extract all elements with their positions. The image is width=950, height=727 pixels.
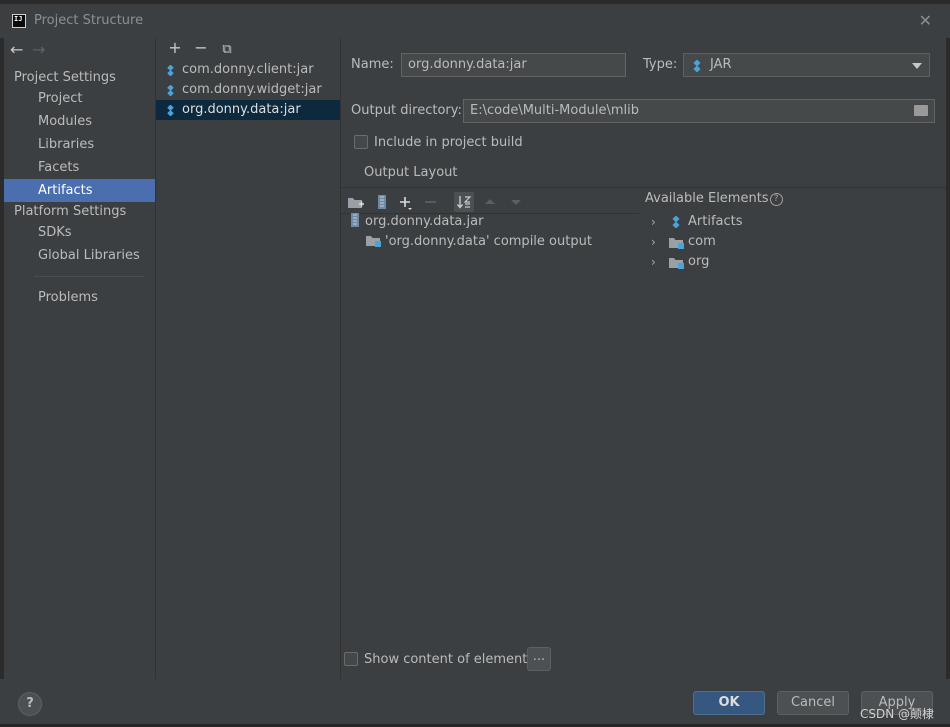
- jar-artifact-icon: [672, 216, 680, 228]
- include-in-build-checkbox[interactable]: [354, 135, 368, 149]
- artifact-name: com.donny.client:jar: [182, 62, 314, 77]
- forward-arrow-icon[interactable]: →: [32, 40, 54, 59]
- dialog-footer: ? OK Cancel Apply CSDN @颠棣: [0, 679, 950, 727]
- chevron-right-icon[interactable]: ›: [651, 212, 661, 232]
- move-up-icon[interactable]: [480, 192, 500, 212]
- layout-child-row[interactable]: 'org.donny.data' compile output: [366, 232, 592, 252]
- list-item[interactable]: com.donny.widget:jar: [156, 80, 340, 100]
- platform-settings-heading: Platform Settings: [14, 204, 127, 219]
- output-directory-value: E:\code\Multi-Module\mlib: [470, 103, 639, 118]
- title-bar: IJ Project Structure ✕: [0, 0, 950, 38]
- sidebar-item-facets[interactable]: Facets: [4, 156, 155, 179]
- name-label: Name:: [351, 57, 394, 72]
- module-folder-icon: [669, 258, 684, 269]
- intellij-app-icon: IJ: [12, 14, 26, 28]
- available-item-label: org: [688, 254, 710, 269]
- output-directory-field[interactable]: E:\code\Multi-Module\mlib: [463, 99, 935, 123]
- window-title: Project Structure: [34, 13, 144, 28]
- artifact-name: com.donny.widget:jar: [182, 82, 322, 97]
- available-item-label: Artifacts: [688, 214, 743, 229]
- chevron-right-icon[interactable]: ›: [651, 232, 661, 252]
- sidebar-item-global-libraries[interactable]: Global Libraries: [4, 244, 155, 267]
- layout-root-row[interactable]: org.donny.data.jar: [349, 212, 483, 232]
- list-item[interactable]: com.donny.client:jar: [156, 60, 340, 80]
- cancel-button[interactable]: Cancel: [777, 691, 849, 715]
- type-value: JAR: [710, 57, 732, 72]
- jar-type-icon: [693, 60, 701, 72]
- output-directory-label: Output directory:: [351, 103, 462, 118]
- sidebar-item-artifacts[interactable]: Artifacts: [4, 179, 155, 202]
- sidebar-item-project[interactable]: Project: [4, 87, 155, 110]
- sidebar-item-libraries[interactable]: Libraries: [4, 133, 155, 156]
- remove-icon[interactable]: [421, 192, 441, 212]
- sidebar-item-sdks[interactable]: SDKs: [4, 221, 155, 244]
- folder-browse-icon[interactable]: [914, 105, 928, 116]
- close-icon[interactable]: ✕: [919, 11, 932, 30]
- nav-arrows: ← →: [10, 40, 54, 60]
- output-layout-area: org.donny.data.jar 'org.donny.data' comp…: [341, 187, 950, 644]
- sort-elements-button[interactable]: [454, 192, 474, 212]
- chevron-right-icon[interactable]: ›: [651, 252, 661, 272]
- help-icon[interactable]: ?: [769, 193, 783, 206]
- available-item-label: com: [688, 234, 716, 249]
- create-archive-icon[interactable]: [372, 192, 392, 212]
- sidebar-item-modules[interactable]: Modules: [4, 110, 155, 133]
- list-item[interactable]: org.donny.data:jar: [156, 100, 340, 120]
- jar-artifact-icon: [167, 85, 174, 96]
- name-field[interactable]: org.donny.data:jar: [401, 53, 626, 77]
- module-output-folder-icon: [366, 236, 381, 247]
- jar-artifact-icon: [167, 105, 174, 116]
- add-icon[interactable]: +: [162, 38, 188, 57]
- available-elements-label: Available Elements: [645, 191, 769, 206]
- window-edge: [946, 38, 950, 679]
- module-folder-icon: [669, 238, 684, 249]
- create-directory-icon[interactable]: [346, 192, 366, 212]
- type-label: Type:: [643, 57, 678, 72]
- include-in-build-label: Include in project build: [374, 135, 523, 150]
- sidebar-item-problems[interactable]: Problems: [4, 286, 155, 309]
- show-content-checkbox[interactable]: [344, 652, 358, 666]
- add-copy-icon[interactable]: [396, 192, 416, 212]
- artifacts-list-panel: + − ⧉ com.donny.client:jar com.donny.widge…: [155, 38, 341, 679]
- move-down-icon[interactable]: [506, 192, 526, 212]
- chevron-down-icon: [912, 63, 922, 69]
- more-options-button[interactable]: ...: [527, 647, 551, 671]
- type-select[interactable]: JAR: [683, 53, 930, 77]
- artifact-details-panel: Name: org.donny.data:jar Type: JAR Outpu…: [341, 38, 950, 679]
- artifacts-toolbar: + − ⧉: [162, 38, 240, 58]
- jar-artifact-icon: [167, 65, 174, 76]
- show-content-label: Show content of elements: [364, 652, 535, 667]
- remove-icon[interactable]: −: [188, 38, 214, 57]
- artifact-name: org.donny.data:jar: [182, 102, 301, 117]
- sort-alpha-icon: [456, 196, 472, 209]
- back-arrow-icon[interactable]: ←: [10, 40, 32, 59]
- jar-archive-icon: [351, 213, 359, 227]
- layout-root-label: org.donny.data.jar: [365, 214, 484, 229]
- sidebar-divider: [34, 276, 144, 277]
- layout-child-label: 'org.donny.data' compile output: [385, 234, 592, 249]
- copy-icon[interactable]: ⧉: [214, 42, 240, 57]
- settings-sidebar: ← → Project Settings Project Modules Libr…: [4, 38, 155, 679]
- ok-button[interactable]: OK: [693, 691, 765, 715]
- available-elements-heading: Available Elements?: [645, 191, 783, 206]
- project-settings-heading: Project Settings: [14, 70, 116, 85]
- watermark: CSDN @颠棣: [859, 707, 934, 721]
- help-button[interactable]: ?: [18, 692, 42, 716]
- output-layout-heading: Output Layout: [364, 165, 458, 180]
